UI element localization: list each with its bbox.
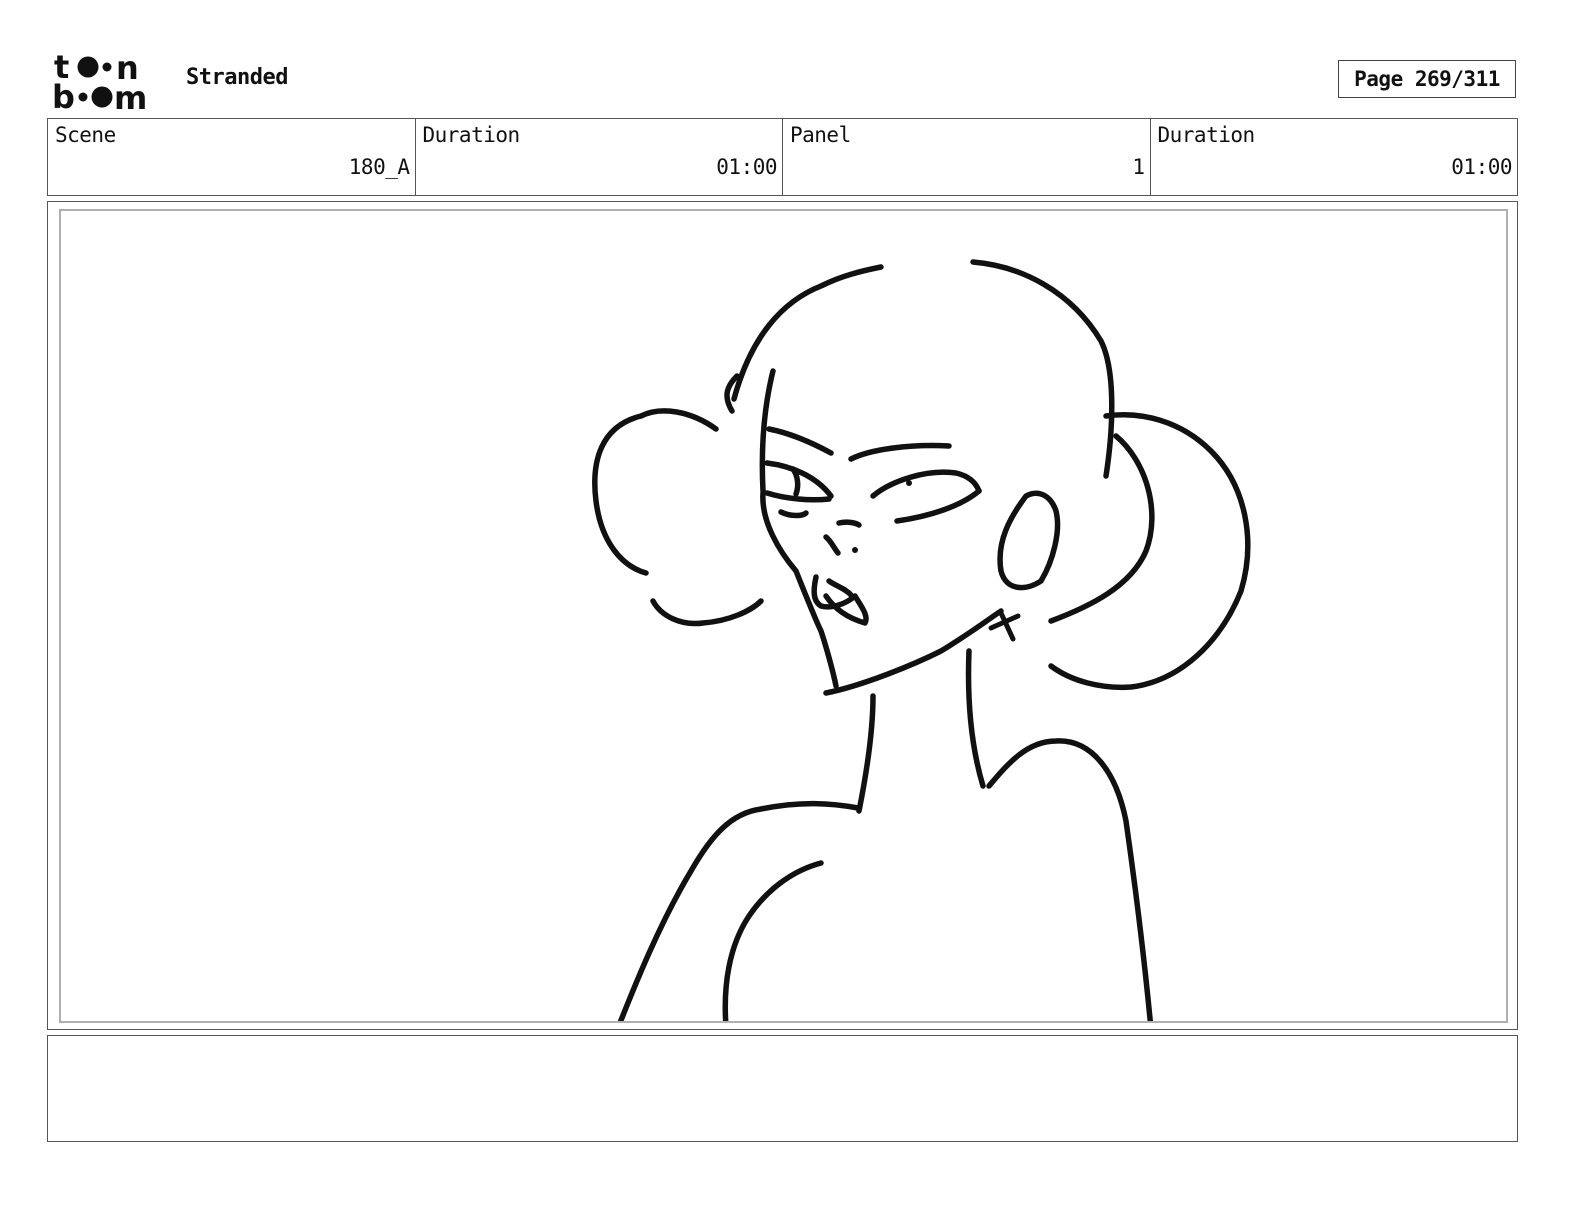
panel-cell: Panel 1 — [783, 119, 1151, 195]
scene-duration-label: Duration — [422, 123, 521, 147]
panel-duration-label: Duration — [1157, 123, 1256, 147]
panel-notes — [47, 1035, 1518, 1142]
page-indicator: Page 269/311 — [1338, 60, 1516, 98]
scene-duration-cell: Duration 01:00 — [416, 119, 783, 195]
panel-value: 1 — [1132, 155, 1145, 179]
panel-duration-value: 01:00 — [1451, 155, 1512, 179]
panel-duration-cell: Duration 01:00 — [1151, 119, 1518, 195]
scene-info-row: Scene 180_A Duration 01:00 Panel 1 Durat… — [47, 118, 1518, 196]
character-sketch — [592, 259, 1251, 1021]
scene-duration-value: 01:00 — [716, 155, 777, 179]
svg-text:b: b — [52, 78, 75, 112]
toon-boom-logo: t n b m — [52, 48, 164, 117]
panel-frame — [47, 201, 1518, 1030]
project-title: Stranded — [186, 65, 288, 90]
svg-text:m: m — [114, 79, 147, 112]
scene-label: Scene — [55, 123, 116, 147]
panel-label: Panel — [790, 123, 851, 147]
scene-cell: Scene 180_A — [48, 119, 416, 195]
scene-value: 180_A — [348, 155, 410, 179]
panel-image — [59, 209, 1508, 1023]
